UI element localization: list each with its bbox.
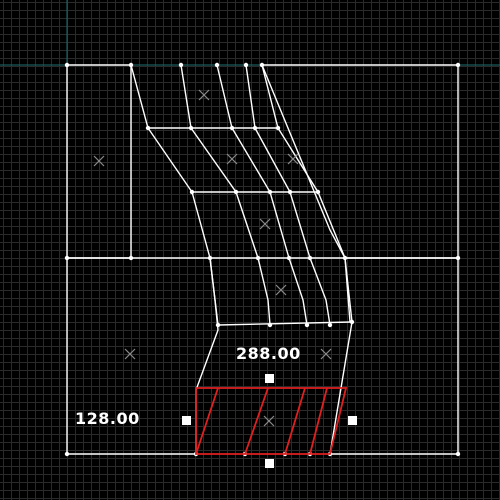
center-x-icon — [259, 218, 271, 230]
center-x-icon — [226, 153, 238, 165]
vertex-points — [64, 62, 461, 457]
handle-left[interactable] — [182, 416, 191, 425]
handle-top[interactable] — [265, 374, 274, 383]
selected-edge-1 — [195, 387, 219, 455]
pipe-edge-3 — [216, 64, 308, 326]
pipe-edge-2 — [180, 64, 271, 326]
handle-right[interactable] — [348, 416, 357, 425]
center-x-icon — [287, 153, 299, 165]
brush-frames[interactable] — [66, 64, 459, 455]
center-x-icon — [93, 155, 105, 167]
center-x-icon — [198, 89, 210, 101]
pipe-edge-1 — [130, 64, 219, 326]
pipe-edge-4 — [245, 64, 331, 326]
center-x-icon — [275, 284, 287, 296]
selected-edge-2 — [244, 387, 269, 455]
handle-bottom[interactable] — [265, 459, 274, 468]
selected-edge-4 — [309, 387, 328, 455]
selected-edge-3 — [284, 387, 306, 455]
selected-outline[interactable] — [195, 387, 348, 455]
brush-top-right[interactable] — [260, 64, 459, 259]
curved-pipe-wireframe[interactable] — [130, 64, 353, 326]
viewport-2d[interactable]: 288.00 128.00 — [0, 0, 500, 500]
center-x-icon — [263, 415, 275, 427]
selected-brush[interactable] — [195, 387, 348, 455]
dimension-width-label: 288.00 — [236, 344, 301, 363]
dimension-height-label: 128.00 — [75, 409, 140, 428]
pipe-edge-5 — [261, 64, 351, 323]
center-x-icon — [124, 348, 136, 360]
center-x-icon — [320, 348, 332, 360]
